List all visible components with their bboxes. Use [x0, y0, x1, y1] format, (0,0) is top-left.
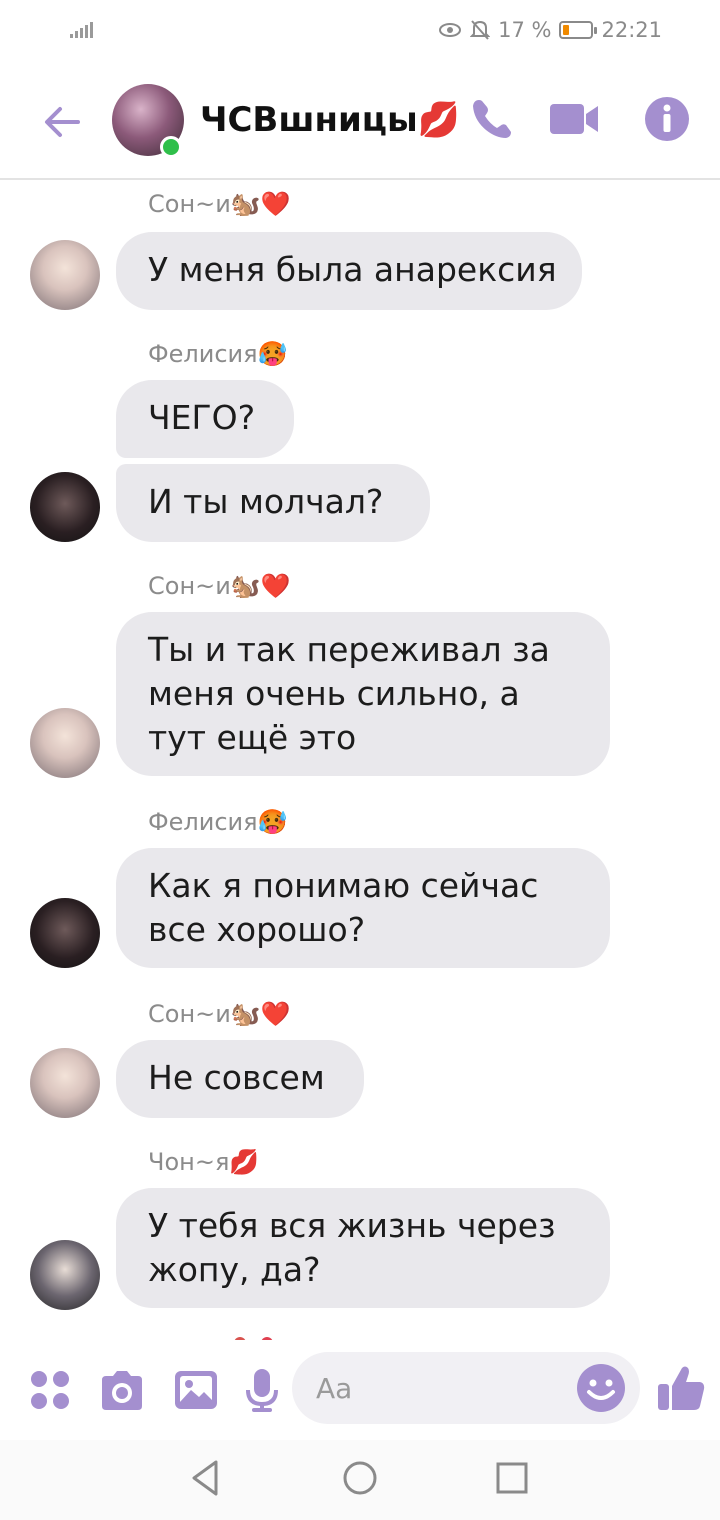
sender-name: Сон~и🐿️❤️: [148, 572, 291, 600]
sender-avatar[interactable]: [30, 1240, 100, 1310]
thumbs-up-icon[interactable]: [656, 1362, 706, 1414]
sender-name: Сон~и🐿️❤️: [148, 190, 291, 218]
apps-icon[interactable]: [26, 1366, 74, 1414]
message-bubble[interactable]: Как я понимаю сейчас все хорошо?: [116, 848, 610, 968]
video-icon[interactable]: [550, 94, 600, 144]
gallery-icon[interactable]: [172, 1366, 220, 1414]
bell-muted-icon: [470, 20, 491, 40]
message-bubble[interactable]: У меня была анарексия: [116, 232, 582, 310]
message-bubble[interactable]: ЧЕГО?: [116, 380, 294, 458]
sender-avatar[interactable]: [30, 1048, 100, 1118]
chat-header: ЧСВшницы💋: [0, 62, 720, 180]
system-nav-bar: [0, 1440, 720, 1520]
arrow-left-icon[interactable]: [38, 98, 86, 146]
nav-home-icon[interactable]: [338, 1456, 382, 1500]
status-bar: 17 % 22:21: [0, 0, 720, 62]
message-bubble[interactable]: И ты молчал?: [116, 464, 430, 542]
clock: 22:21: [601, 18, 662, 42]
info-icon[interactable]: [642, 94, 692, 144]
nav-recents-icon[interactable]: [490, 1456, 534, 1500]
sender-avatar[interactable]: [30, 708, 100, 778]
chat-title[interactable]: ЧСВшницы💋: [200, 100, 460, 140]
sender-name: Сон~и🐿️❤️: [148, 1000, 291, 1028]
sender-avatar[interactable]: [30, 472, 100, 542]
sender-name: Фелисия🥵: [148, 808, 288, 836]
eye-icon: [439, 23, 462, 37]
message-bubble[interactable]: У тебя вся жизнь через жопу, да?: [116, 1188, 610, 1308]
sender-name: Фелисия🥵: [148, 340, 288, 368]
message-bubble[interactable]: Ты и так переживал за меня очень сильно,…: [116, 612, 610, 776]
sender-avatar[interactable]: [30, 898, 100, 968]
phone-icon[interactable]: [466, 94, 516, 144]
status-right: 17 % 22:21: [438, 18, 662, 42]
sender-avatar[interactable]: [30, 240, 100, 310]
smiley-icon[interactable]: [575, 1362, 627, 1414]
message-composer: [0, 1340, 720, 1440]
sender-name: Чон~я💋: [148, 1148, 260, 1176]
battery-icon: [559, 21, 598, 39]
message-bubble[interactable]: Не совсем: [116, 1040, 364, 1118]
battery-percent: 17 %: [498, 18, 552, 42]
nav-back-icon[interactable]: [184, 1456, 228, 1500]
camera-icon[interactable]: [98, 1366, 146, 1414]
message-list[interactable]: Сон~и🐿️❤️ У меня была анарексия Фелисия🥵…: [0, 180, 720, 1340]
microphone-icon[interactable]: [238, 1366, 286, 1414]
online-indicator: [160, 136, 182, 158]
signal-icon: [70, 22, 93, 38]
